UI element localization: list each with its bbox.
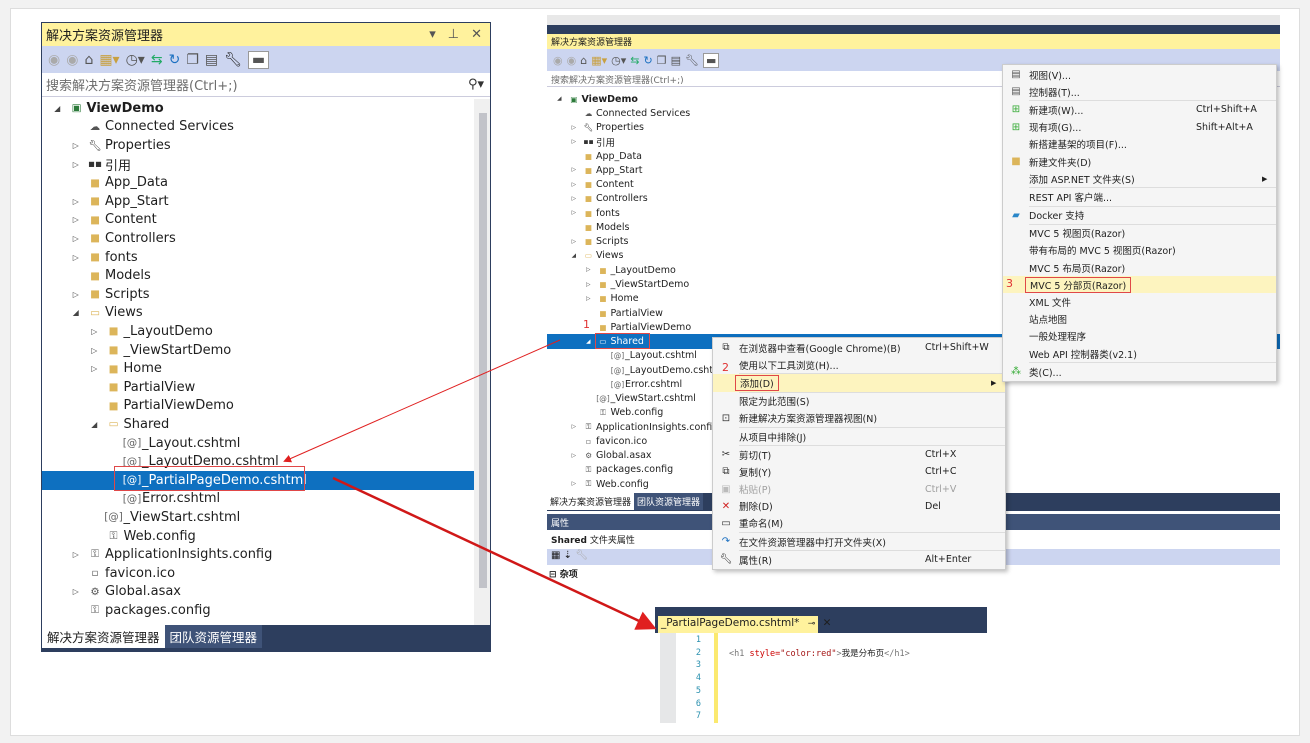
arrow-partial-to-editor [332, 476, 657, 630]
annotation-arrows [283, 339, 657, 630]
arrow-shared-to-layoutdemo [283, 339, 561, 463]
